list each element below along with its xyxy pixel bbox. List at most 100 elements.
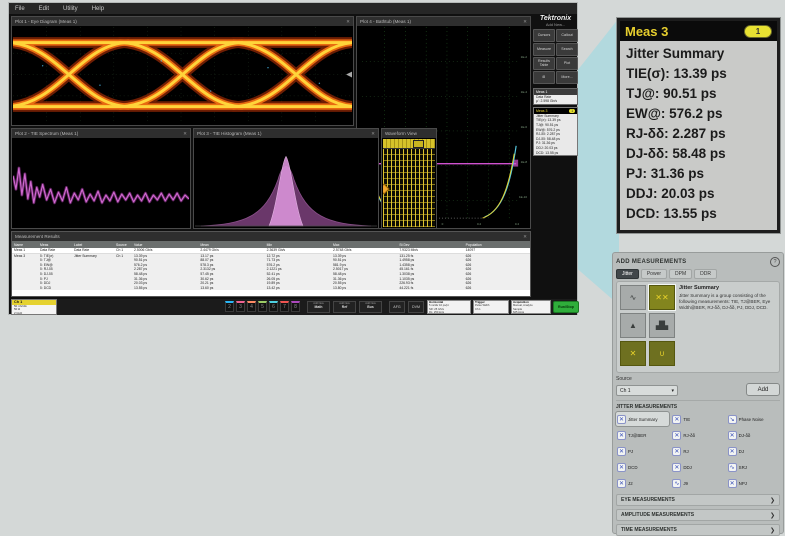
axis-tick-label: 0	[442, 222, 444, 226]
page: { "page": {"background": "#d4d8d7", "wed…	[0, 0, 785, 536]
help-icon[interactable]: ?	[770, 257, 780, 267]
channel-8-button[interactable]: 8	[291, 301, 300, 312]
column-header-name: Name	[12, 243, 38, 247]
measurement-item-pj[interactable]: ✕PJ	[616, 444, 669, 458]
channel-5-button[interactable]: 5	[258, 301, 267, 312]
meas1-badge[interactable]: Meas 1 Data Rate μ': 2.598 Gb/s	[533, 88, 578, 105]
metric-label: PJ	[626, 166, 643, 181]
measurement-item-npj[interactable]: ✕NPJ	[727, 476, 780, 490]
jitter-summary-thumbnail[interactable]: ✕✕	[649, 285, 675, 310]
measurement-item-dj[interactable]: ✕DJ-δδ	[727, 428, 780, 442]
tab-jitter[interactable]: Jitter	[616, 269, 639, 279]
spectrum-thumbnail[interactable]: ▲	[620, 313, 646, 338]
meas3-badge[interactable]: Meas 3 1 Jitter SummaryTIE(σ): 13.39 psT…	[533, 107, 578, 156]
add-new-ref-button[interactable]: Add NewRef	[333, 301, 356, 313]
add-button[interactable]: Add	[746, 383, 780, 396]
bathtub-thumbnail[interactable]: ∪	[649, 341, 675, 366]
eye-diagram-plot-panel[interactable]: Plot 1 - Eye Diagram (Meas 1) ✕	[11, 16, 354, 126]
add-new-math-button[interactable]: Add NewMath	[307, 301, 330, 313]
callout-button[interactable]: Callout	[556, 29, 578, 42]
measurement-item-j9[interactable]: ∿J9	[671, 476, 724, 490]
cell: Data Rate	[72, 248, 114, 253]
measurement-item-rj[interactable]: ✕RJ	[671, 444, 724, 458]
waveform-view-panel[interactable]: Waveform View	[381, 128, 437, 229]
zoom-window-marker[interactable]	[413, 140, 424, 148]
measurement-item-srj[interactable]: ∿SRJ	[727, 460, 780, 474]
close-icon[interactable]: ✕	[346, 19, 350, 25]
menu-edit[interactable]: Edit	[39, 6, 49, 12]
jitter-measurements-section-header[interactable]: JITTER MEASUREMENTS	[616, 400, 780, 410]
channel-6-button[interactable]: 6	[269, 301, 278, 312]
close-icon[interactable]: ✕	[183, 131, 187, 137]
run-stop-button[interactable]: Run/Stop	[553, 301, 579, 313]
results-table-button[interactable]: Results Table	[533, 57, 555, 70]
tab-power[interactable]: Power	[641, 269, 667, 279]
close-icon[interactable]: ✕	[371, 131, 375, 137]
channel-1-bandwidth: 2 GHz	[12, 312, 56, 315]
measurement-item-rj[interactable]: ✕RJ-δδ	[671, 428, 724, 442]
tie-spectrum-plot-panel[interactable]: Plot 2 - TIE Spectrum (Meas 1) ✕	[11, 128, 191, 229]
measure-button[interactable]: Measure	[533, 43, 555, 56]
measurement-results-table[interactable]: Measurement Results ✕ NameMeasLabelSourc…	[11, 231, 531, 297]
afg-button[interactable]: AFG	[389, 301, 405, 313]
measurement-item-ddj[interactable]: ✕DDJ	[671, 460, 724, 474]
metric-label: DDJ	[626, 186, 653, 201]
section-time-measurements[interactable]: TIME MEASUREMENTS❯	[616, 524, 780, 536]
eye-plot-title: Plot 1 - Eye Diagram (Meas 1)	[15, 19, 77, 24]
channel-7-button[interactable]: 7	[280, 301, 289, 312]
acquisition-count: 625 Acqs	[513, 311, 549, 314]
measurement-item-phase-noise[interactable]: ↘Phase Noise	[727, 412, 780, 426]
channel-3-button[interactable]: 3	[236, 301, 245, 312]
dvm-button[interactable]: DVM	[408, 301, 424, 313]
draw-a-box-button[interactable]: ⊞	[533, 71, 555, 84]
eye-width-thumbnail[interactable]: ✕	[620, 341, 646, 366]
section-label: EYE MEASUREMENTS	[621, 497, 675, 503]
histogram-plot-area	[195, 139, 377, 227]
metric-value: 576.2 ps	[669, 106, 722, 121]
add-new-chips: Add NewMathAdd NewRefAdd NewBus	[307, 301, 382, 313]
tie-histogram-plot-panel[interactable]: Plot 3 - TIE Histogram (Meas 1) ✕	[193, 128, 379, 229]
tab-ddr[interactable]: DDR	[694, 269, 717, 279]
menu-utility[interactable]: Utility	[63, 6, 78, 12]
search-button[interactable]: Search	[556, 43, 578, 56]
measurement-item-jitter-summary[interactable]: ✕Jitter Summary	[616, 412, 669, 426]
source-dropdown[interactable]: Ch 1 ▾	[616, 385, 678, 396]
measurement-item-tj-ber[interactable]: ✕TJ@BER	[616, 428, 669, 442]
measurement-item-tie[interactable]: ✕TIE	[671, 412, 724, 426]
acquisition-settings-badge[interactable]: Acquisition Manual, Analyze Sample 625 A…	[511, 300, 551, 314]
waveform-overview-strip[interactable]	[383, 139, 435, 149]
column-header-min: Min	[265, 243, 331, 247]
bathtub-plot-titlebar: Plot 4 - Bathtub (Meas 1) ✕	[357, 17, 530, 27]
tab-dpm[interactable]: DPM	[669, 269, 692, 279]
cell: 13.80 ps	[331, 286, 397, 291]
chevron-down-icon: ▾	[671, 388, 674, 394]
section-label: AMPLITUDE MEASUREMENTS	[621, 512, 694, 518]
menu-file[interactable]: File	[15, 6, 25, 12]
cursors-button[interactable]: Cursors	[533, 29, 555, 42]
trend-thumbnail[interactable]: ∿	[620, 285, 646, 310]
tektronix-logo: Tektronix	[533, 15, 578, 22]
channel-1-badge[interactable]: Ch 1 50 mV/div 50 Ω 2 GHz	[11, 299, 57, 315]
menu-help[interactable]: Help	[92, 6, 104, 12]
add-new-bus-button[interactable]: Add NewBus	[359, 301, 382, 313]
histogram-thumbnail[interactable]: ▟▙	[649, 313, 675, 338]
cell: 2.5748 Gb/s	[331, 248, 397, 253]
section-eye-measurements[interactable]: EYE MEASUREMENTS❯	[616, 494, 780, 506]
close-icon[interactable]: ✕	[523, 19, 527, 25]
table-row[interactable]: δ: DCD13.55 ps13.60 ps13.42 ps13.80 ps44…	[12, 286, 530, 291]
metric-row: TJ@: 90.51 ps	[626, 84, 771, 104]
trigger-settings-badge[interactable]: Trigger Pulse Width Ch 1	[473, 300, 509, 314]
close-icon[interactable]: ✕	[523, 234, 527, 240]
plot-button[interactable]: Plot	[556, 57, 578, 70]
measurement-item-dj[interactable]: ✕DJ	[727, 444, 780, 458]
histogram-plot-title: Plot 3 - TIE Histogram (Meas 1)	[197, 131, 262, 136]
more-button[interactable]: More...	[556, 71, 578, 84]
source-row: Ch 1 ▾ Add	[616, 383, 780, 396]
section-label: TIME MEASUREMENTS	[621, 527, 677, 533]
horizontal-settings-badge[interactable]: Horizontal 5 ns/div 10 ps/pt SR: 25 GS/s…	[427, 300, 471, 314]
measurement-item-dcd[interactable]: ✕DCD	[616, 460, 669, 474]
section-amplitude-measurements[interactable]: AMPLITUDE MEASUREMENTS❯	[616, 509, 780, 521]
channel-2-button[interactable]: 2	[225, 301, 234, 312]
channel-4-button[interactable]: 4	[247, 301, 256, 312]
measurement-item-j2[interactable]: ✕J2	[616, 476, 669, 490]
